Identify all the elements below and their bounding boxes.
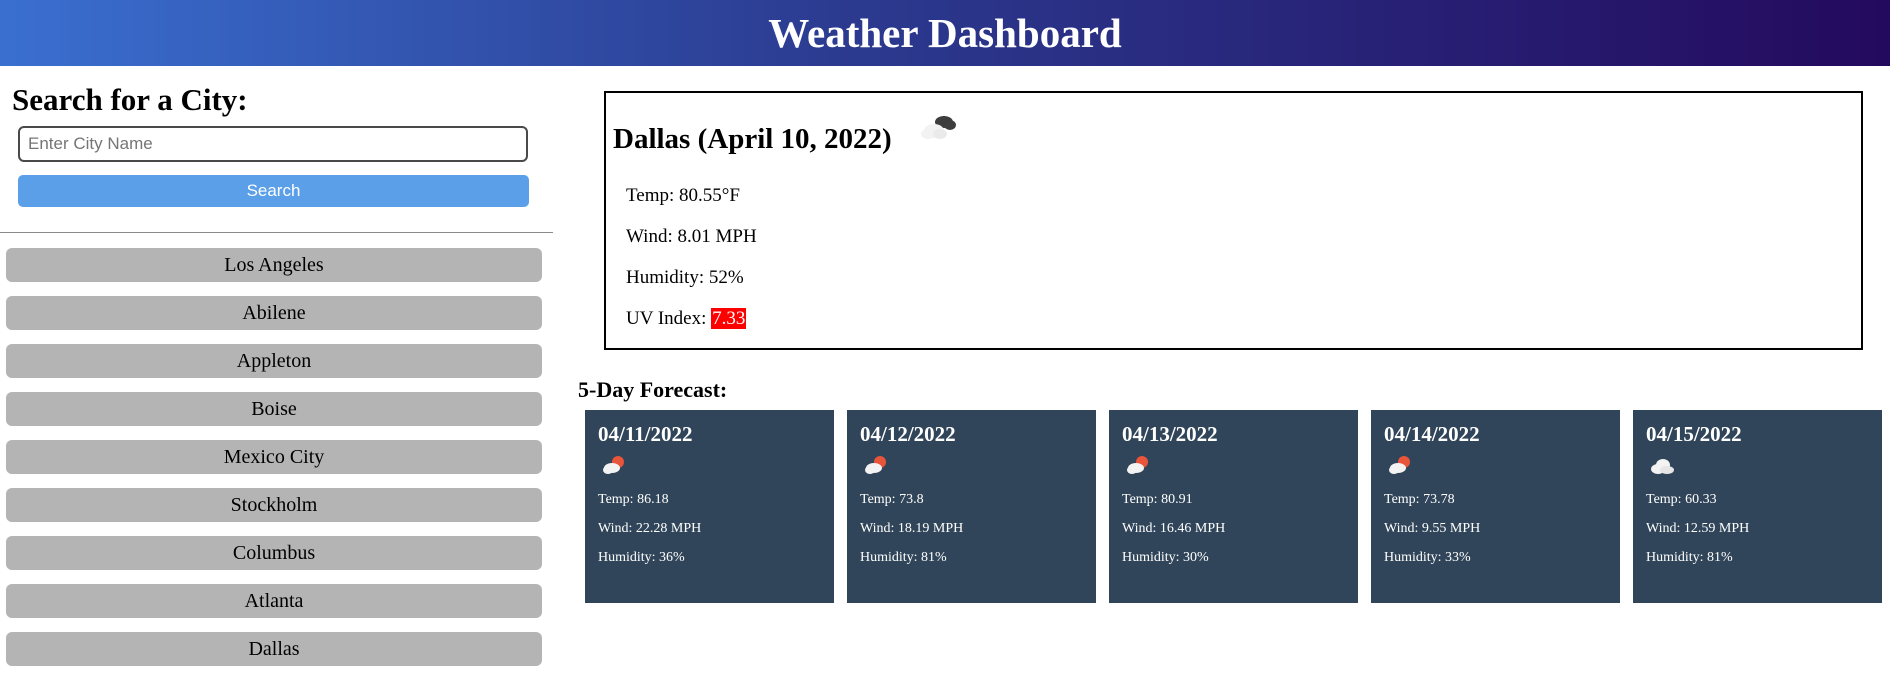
history-city-button[interactable]: Columbus [6,536,542,570]
history-city-button[interactable]: Dallas [6,632,542,666]
forecast-card: 04/11/2022 Temp: 86.18 Wind: 22.28 MPH H… [585,410,834,603]
forecast-humidity: Humidity: 81% [1646,550,1733,565]
forecast-date: 04/15/2022 [1646,422,1742,446]
search-title: Search for a City: [12,82,248,117]
cloud-icon [1651,459,1674,474]
forecast-temp: Temp: 80.91 [1122,492,1193,507]
forecast-wind: Wind: 16.46 MPH [1122,521,1226,536]
history-city-button[interactable]: Abilene [6,296,542,330]
history-city-button[interactable]: Atlanta [6,584,542,618]
current-humidity: Humidity: 52% [626,267,744,288]
forecast-date: 04/12/2022 [860,422,956,446]
history-city-button[interactable]: Mexico City [6,440,542,474]
uv-index-badge: 7.33 [711,308,747,329]
forecast-card: 04/13/2022 Temp: 80.91 Wind: 16.46 MPH H… [1109,410,1358,603]
search-button[interactable]: Search [18,175,529,207]
history-city-button[interactable]: Los Angeles [6,248,542,282]
forecast-wind: Wind: 22.28 MPH [598,521,702,536]
forecast-title: 5-Day Forecast: [578,377,728,402]
search-history-list: Los Angeles Abilene Appleton Boise Mexic… [6,248,542,680]
forecast-card: 04/14/2022 Temp: 73.78 Wind: 9.55 MPH Hu… [1371,410,1620,603]
divider [0,232,553,233]
app-header: Weather Dashboard [0,0,1890,66]
forecast-card: 04/15/2022 Temp: 60.33 Wind: 12.59 MPH H… [1633,410,1882,603]
forecast-date: 04/11/2022 [598,422,693,446]
forecast-wind: Wind: 18.19 MPH [860,521,964,536]
uv-label: UV Index: [626,308,707,329]
forecast-temp: Temp: 73.8 [860,492,924,507]
history-city-button[interactable]: Appleton [6,344,542,378]
forecast-temp: Temp: 60.33 [1646,492,1717,507]
city-search-input[interactable] [18,126,528,162]
forecast-date: 04/13/2022 [1122,422,1218,446]
broken-clouds-icon [921,116,956,139]
forecast-card: 04/12/2022 Temp: 73.8 Wind: 18.19 MPH Hu… [847,410,1096,603]
forecast-date: 04/14/2022 [1384,422,1480,446]
few-clouds-day-icon [1389,456,1410,474]
current-temp: Temp: 80.55°F [626,185,740,206]
current-wind: Wind: 8.01 MPH [626,226,757,247]
history-city-button[interactable]: Stockholm [6,488,542,522]
few-clouds-day-icon [603,456,624,474]
forecast-temp: Temp: 73.78 [1384,492,1455,507]
history-city-button[interactable]: Boise [6,392,542,426]
forecast-humidity: Humidity: 81% [860,550,947,565]
few-clouds-day-icon [1127,456,1148,474]
current-uv: UV Index: 7.33 [626,308,747,330]
forecast-humidity: Humidity: 30% [1122,550,1209,565]
forecast-wind: Wind: 9.55 MPH [1384,521,1481,536]
page-title: Weather Dashboard [768,10,1122,56]
forecast-humidity: Humidity: 33% [1384,550,1471,565]
few-clouds-day-icon [865,456,886,474]
forecast-humidity: Humidity: 36% [598,550,685,565]
current-weather-panel: Dallas (April 10, 2022) Temp: 80.55°F Wi… [604,91,1863,350]
forecast-wind: Wind: 12.59 MPH [1646,521,1750,536]
forecast-temp: Temp: 86.18 [598,492,669,507]
current-city-heading: Dallas (April 10, 2022) [613,123,892,155]
